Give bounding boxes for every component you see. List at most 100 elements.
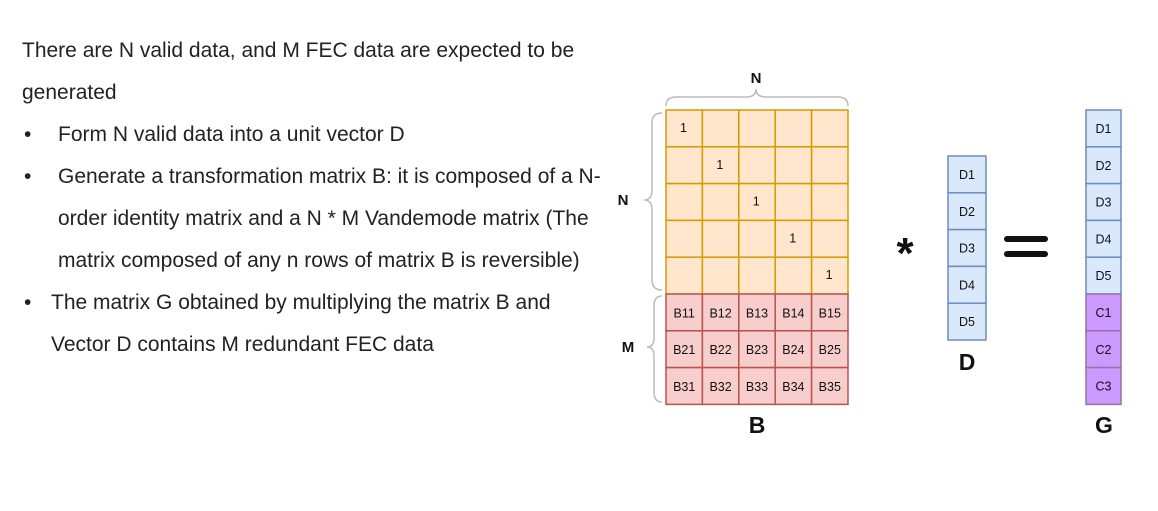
vector-d: D1 D2 D3 D4 D5 [947, 155, 987, 341]
identity-cell [665, 146, 704, 185]
vandermonde-cell: B35 [810, 366, 849, 406]
vandermonde-cell-text: B12 [709, 306, 731, 320]
vector-d-label: D [959, 349, 976, 375]
vector-g-data-cell-text: D4 [1096, 232, 1112, 246]
vector-g-data-cell-text: D5 [1096, 269, 1112, 283]
identity-cell [665, 256, 704, 295]
vandermonde-cell: B23 [738, 330, 776, 369]
vector-d-cell: D3 [947, 228, 987, 268]
identity-cell-text: 1 [716, 158, 723, 172]
vector-d-cell: D1 [947, 155, 987, 194]
identity-cell [738, 146, 776, 185]
vandermonde-cell: B11 [665, 293, 704, 332]
vandermonde-cell: B33 [738, 366, 776, 406]
vector-g-data-cell: D1 [1085, 109, 1122, 148]
vector-g: D1 D2 D3 D4 D5 C1 C2 C3 [1085, 109, 1122, 406]
identity-cell [774, 256, 813, 295]
vandermonde-cell-text: B24 [782, 343, 804, 357]
identity-cell [701, 182, 740, 222]
vector-d-cell: D4 [947, 265, 987, 304]
identity-cell [701, 219, 740, 258]
brace-left-n [643, 112, 663, 291]
identity-cell: 1 [701, 146, 740, 185]
identity-cell [810, 109, 849, 148]
identity-cell-text: 1 [826, 268, 833, 282]
vector-g-data-cell-text: D1 [1096, 122, 1112, 136]
vandermonde-cell-text: B15 [819, 306, 841, 320]
vandermonde-cell-text: B14 [782, 306, 804, 320]
vector-g-fec-cell-text: C1 [1096, 306, 1112, 320]
identity-cell: 1 [774, 219, 813, 258]
vandermonde-cell: B34 [774, 366, 813, 406]
identity-cell [701, 256, 740, 295]
vandermonde-cell-text: B35 [819, 380, 841, 394]
identity-cell: 1 [665, 109, 704, 148]
vandermonde-cell: B12 [701, 293, 740, 332]
vandermonde-cell: B13 [738, 293, 776, 332]
identity-cell-text: 1 [680, 121, 687, 135]
matrix-b: 1 1 1 1 1 B11 B12 B13 B14 B15 B21 B22 B23 B24 B25 B31 B3… [665, 109, 849, 406]
vector-d-cell-text: D4 [959, 278, 975, 292]
vandermonde-cell-text: B33 [746, 380, 768, 394]
identity-cell-text: 1 [753, 195, 760, 209]
identity-cell [665, 182, 704, 222]
vector-d-cell: D5 [947, 302, 987, 341]
vector-g-data-cell: D4 [1085, 219, 1122, 258]
vector-g-fec-cell-text: C2 [1096, 343, 1112, 357]
brace-left-n-label: N [618, 192, 629, 209]
identity-cell: 1 [738, 182, 776, 222]
equals-operator [1004, 236, 1048, 257]
identity-cell [665, 219, 704, 258]
vector-d-cell: D2 [947, 192, 987, 231]
brace-top-label: N [751, 70, 762, 87]
identity-cell [810, 146, 849, 185]
vandermonde-cell: B14 [774, 293, 813, 332]
vector-d-cell-text: D1 [959, 168, 975, 182]
vandermonde-cell-text: B32 [709, 380, 731, 394]
vandermonde-cell-text: B21 [673, 343, 695, 357]
identity-cell [774, 146, 813, 185]
vector-g-data-cell-text: D2 [1096, 159, 1112, 173]
vandermonde-cell: B31 [665, 366, 704, 406]
vandermonde-cell: B32 [701, 366, 740, 406]
fec-matrix-diagram: N N M 1 1 1 1 1 B11 B12 B13 B14 B15 B21 B22 B23 B24 B2… [618, 70, 1122, 438]
vandermonde-cell-text: B23 [746, 343, 768, 357]
identity-cell [774, 182, 813, 222]
brace-left-m-label: M [622, 339, 635, 356]
vector-d-cell-text: D3 [959, 242, 975, 256]
vandermonde-cell-text: B25 [819, 343, 841, 357]
brace-top [665, 88, 849, 107]
vector-g-fec-cell: C1 [1085, 293, 1122, 332]
vector-g-data-cell: D2 [1085, 146, 1122, 185]
vector-g-fec-cell: C3 [1085, 366, 1122, 406]
vandermonde-cell-text: B22 [709, 343, 731, 357]
vector-g-data-cell: D3 [1085, 182, 1122, 222]
vandermonde-cell: B22 [701, 330, 740, 369]
vector-d-cell-text: D5 [959, 315, 975, 329]
vandermonde-cell: B21 [665, 330, 704, 369]
identity-cell [738, 256, 776, 295]
vandermonde-cell: B24 [774, 330, 813, 369]
identity-cell-text: 1 [789, 231, 796, 245]
vector-g-fec-cell-text: C3 [1096, 380, 1112, 394]
vector-g-data-cell-text: D3 [1096, 196, 1112, 210]
identity-cell [738, 109, 776, 148]
vandermonde-cell-text: B34 [782, 380, 804, 394]
identity-cell [810, 182, 849, 222]
identity-cell: 1 [810, 256, 849, 295]
vector-g-label: G [1095, 412, 1113, 438]
matrix-b-label: B [749, 412, 766, 438]
vandermonde-cell: B25 [810, 330, 849, 369]
vandermonde-cell-text: B11 [674, 306, 695, 320]
vector-g-data-cell: D5 [1085, 256, 1122, 295]
vector-d-cell-text: D2 [959, 205, 975, 219]
vandermonde-cell: B15 [810, 293, 849, 332]
identity-cell [701, 109, 740, 148]
vector-g-fec-cell: C2 [1085, 330, 1122, 369]
identity-cell [738, 219, 776, 258]
vandermonde-cell-text: B31 [673, 380, 695, 394]
identity-cell [810, 219, 849, 258]
vandermonde-cell-text: B13 [746, 306, 768, 320]
multiply-operator: * [896, 229, 914, 278]
identity-cell [774, 109, 813, 148]
